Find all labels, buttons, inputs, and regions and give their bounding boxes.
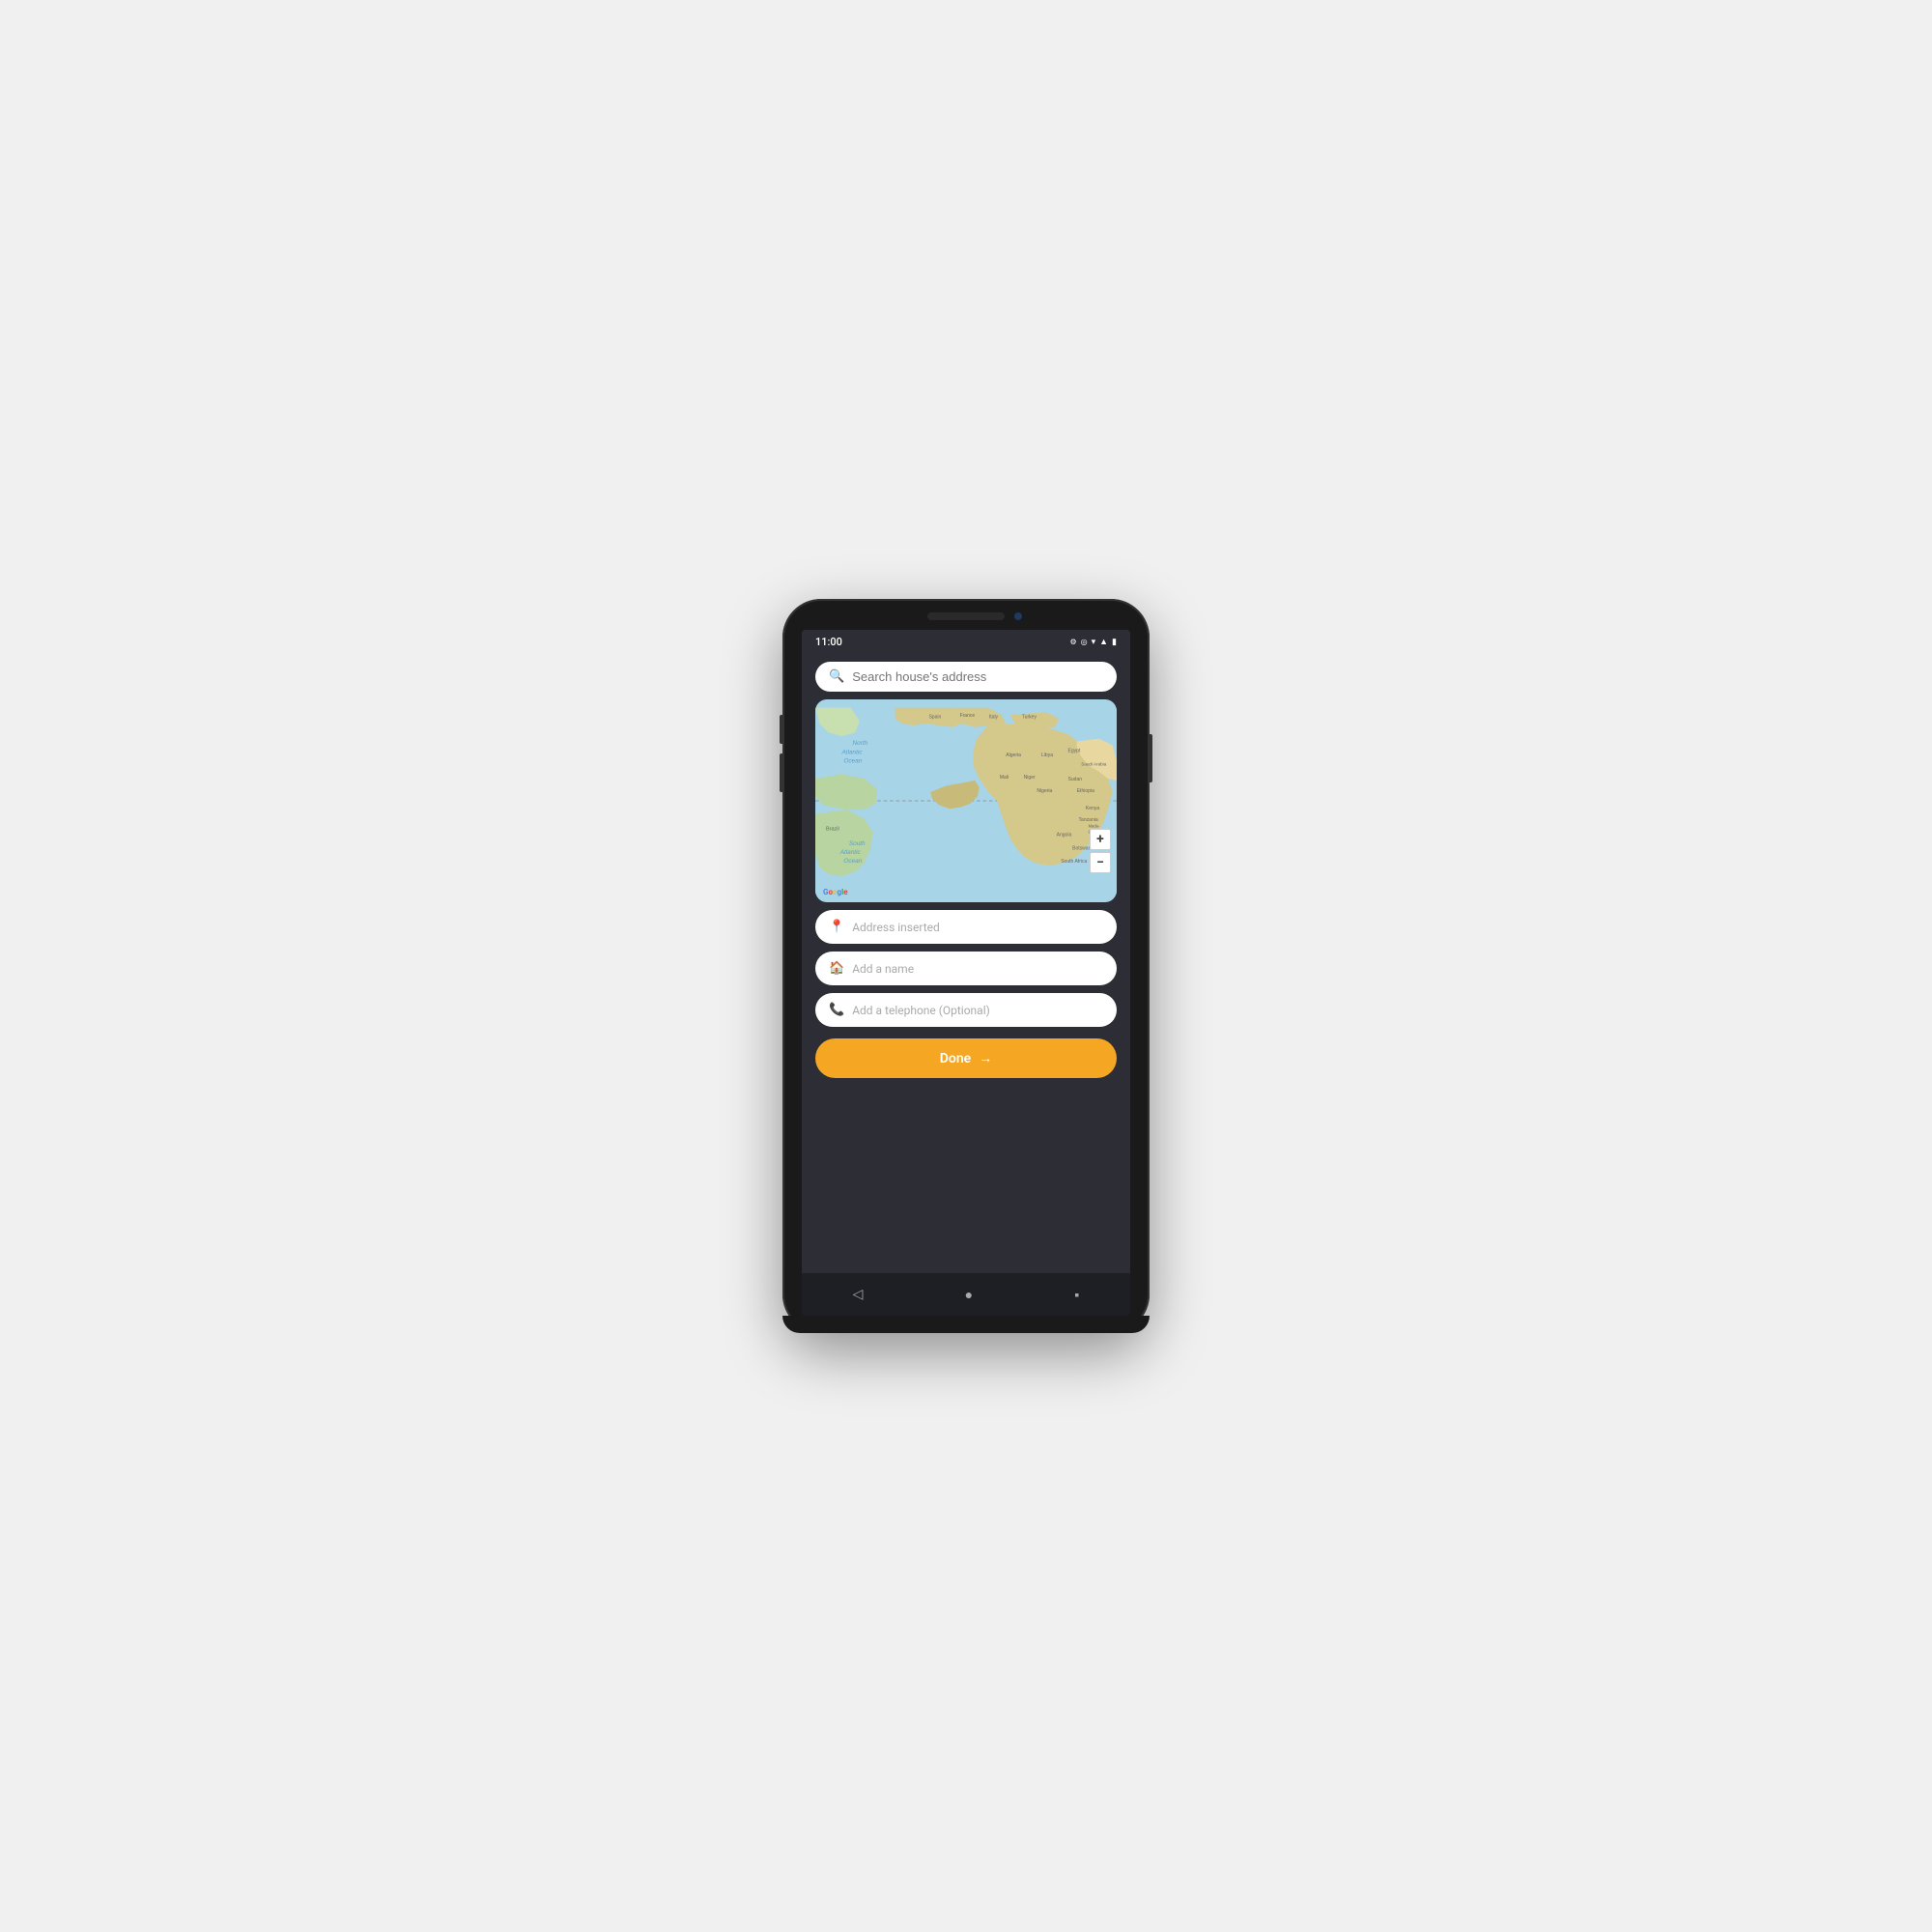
svg-text:Ethiopia: Ethiopia xyxy=(1077,788,1094,794)
svg-text:Mada-: Mada- xyxy=(1089,824,1100,829)
svg-text:Mali: Mali xyxy=(1000,775,1009,781)
svg-text:North: North xyxy=(853,740,868,747)
svg-text:Tanzania: Tanzania xyxy=(1079,817,1098,823)
address-field[interactable]: 📍 Address inserted xyxy=(815,910,1117,944)
home-icon: 🏠 xyxy=(829,961,844,976)
svg-text:Spain: Spain xyxy=(928,715,941,721)
back-button[interactable]: ◁ xyxy=(853,1287,864,1302)
search-icon: 🔍 xyxy=(829,669,844,684)
phone-field[interactable]: 📞 Add a telephone (Optional) xyxy=(815,993,1117,1027)
zoom-in-button[interactable]: + xyxy=(1090,829,1111,850)
svg-text:Ocean: Ocean xyxy=(843,858,862,865)
map-container[interactable]: Algeria Libya Egypt Saudi Arabia Mali Ni… xyxy=(815,699,1117,902)
nfc-icon: ◎ xyxy=(1081,638,1088,646)
done-arrow-icon: → xyxy=(979,1050,992,1066)
svg-text:Italy: Italy xyxy=(989,715,999,721)
phone-bottom xyxy=(782,1316,1150,1333)
done-button[interactable]: Done → xyxy=(815,1038,1117,1078)
phone-device: 11:00 ⚙ ◎ ▾ ▲ ▮ 🔍 xyxy=(782,599,1150,1333)
map-zoom-controls: + − xyxy=(1090,829,1111,873)
phone-placeholder: Add a telephone (Optional) xyxy=(852,1004,990,1017)
svg-text:Atlantic: Atlantic xyxy=(839,849,862,856)
svg-text:Libya: Libya xyxy=(1041,753,1053,758)
status-bar: 11:00 ⚙ ◎ ▾ ▲ ▮ xyxy=(802,630,1130,652)
name-field[interactable]: 🏠 Add a name xyxy=(815,952,1117,985)
svg-text:Brazil: Brazil xyxy=(826,826,839,832)
svg-text:Angola: Angola xyxy=(1057,833,1072,838)
search-input[interactable] xyxy=(852,669,1103,684)
status-icons: ⚙ ◎ ▾ ▲ ▮ xyxy=(1069,637,1117,647)
location-icon: 📍 xyxy=(829,920,844,934)
recent-button[interactable]: ▪ xyxy=(1074,1287,1079,1303)
nav-bar: ◁ ● ▪ xyxy=(802,1273,1130,1316)
svg-text:Saudi Arabia: Saudi Arabia xyxy=(1081,761,1106,766)
camera xyxy=(1014,612,1022,620)
volume-up-button[interactable] xyxy=(780,715,782,744)
svg-text:Algeria: Algeria xyxy=(1006,753,1021,758)
svg-text:Sudan: Sudan xyxy=(1068,777,1083,782)
home-button[interactable]: ● xyxy=(965,1287,973,1303)
phone-icon: 📞 xyxy=(829,1003,844,1017)
svg-text:Ocean: Ocean xyxy=(843,758,862,765)
svg-text:South Africa: South Africa xyxy=(1061,859,1087,865)
search-bar[interactable]: 🔍 xyxy=(815,662,1117,692)
battery-icon: ▮ xyxy=(1112,638,1117,647)
svg-text:Niger: Niger xyxy=(1024,775,1036,781)
done-label: Done xyxy=(940,1051,971,1066)
wifi-icon: ▾ xyxy=(1092,638,1096,647)
speaker xyxy=(927,612,1005,620)
name-placeholder: Add a name xyxy=(852,962,914,976)
address-placeholder: Address inserted xyxy=(852,921,940,934)
map-svg: Algeria Libya Egypt Saudi Arabia Mali Ni… xyxy=(815,699,1117,902)
svg-text:South: South xyxy=(849,840,866,847)
power-button[interactable] xyxy=(1150,734,1152,782)
signal-icon: ▲ xyxy=(1099,637,1108,647)
settings-icon: ⚙ xyxy=(1069,638,1076,646)
svg-text:Kenya: Kenya xyxy=(1086,806,1099,811)
svg-text:Turkey: Turkey xyxy=(1022,715,1037,721)
zoom-out-button[interactable]: − xyxy=(1090,852,1111,873)
google-logo: Google xyxy=(823,888,848,896)
svg-text:Nigeria: Nigeria xyxy=(1037,788,1052,794)
volume-down-button[interactable] xyxy=(780,753,782,792)
svg-text:Egypt: Egypt xyxy=(1068,749,1081,754)
status-time: 11:00 xyxy=(815,636,842,648)
phone-screen: 11:00 ⚙ ◎ ▾ ▲ ▮ 🔍 xyxy=(802,630,1130,1316)
main-content: 🔍 xyxy=(802,652,1130,1273)
svg-text:France: France xyxy=(960,713,976,719)
svg-text:Atlantic: Atlantic xyxy=(841,749,864,755)
